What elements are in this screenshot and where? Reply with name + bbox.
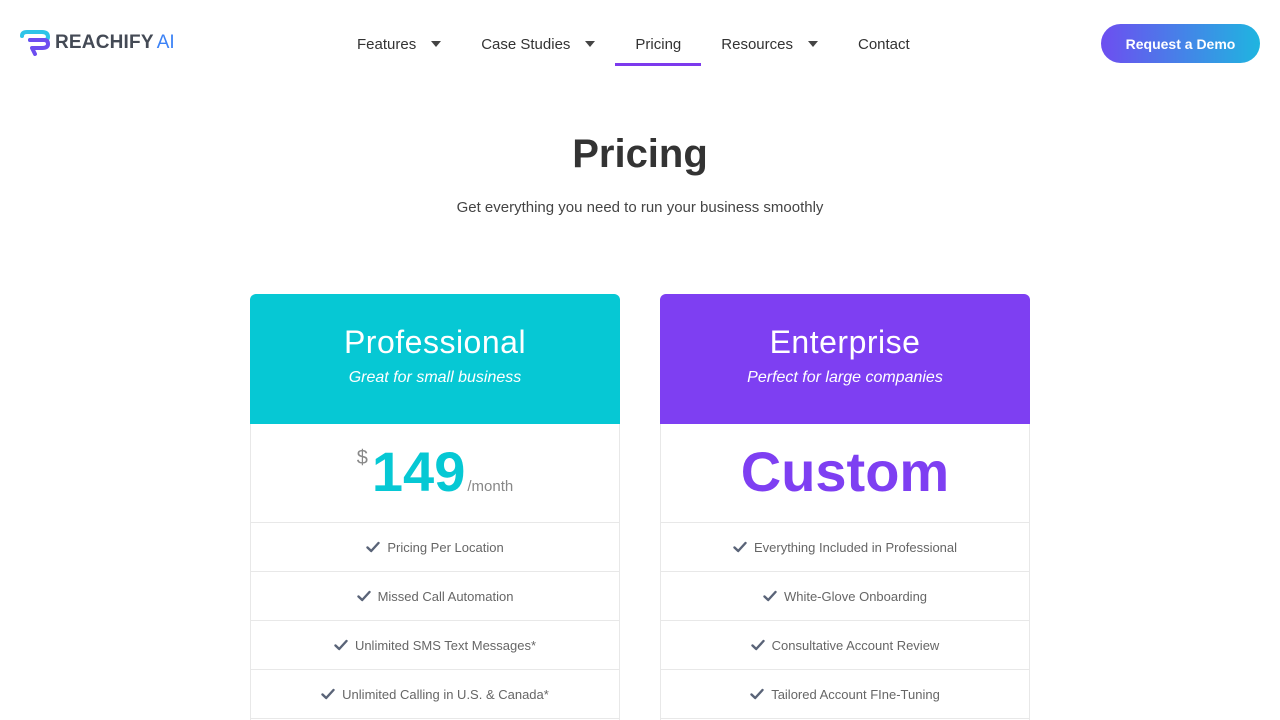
feature-item: White-Glove Onboarding: [661, 572, 1029, 621]
page-title: Pricing: [572, 132, 708, 176]
feature-label: Unlimited SMS Text Messages*: [354, 637, 537, 653]
nav-item-contact[interactable]: Contact: [838, 22, 930, 66]
checkmark-icon: [366, 541, 381, 553]
feature-item: Unlimited Calling in U.S. & Canada*: [251, 670, 619, 719]
brand-suffix: AI: [156, 32, 175, 53]
checkmark-icon: [733, 541, 747, 553]
logo-mark-icon: [20, 30, 50, 56]
price-period: /month: [467, 478, 514, 495]
feature-item: Unlimited SMS Text Messages*: [251, 621, 619, 670]
pricing-card-professional: Professional Great for small business $ …: [250, 294, 620, 720]
feature-item: Missed Call Automation: [251, 572, 619, 621]
request-demo-button[interactable]: Request a Demo: [1101, 24, 1260, 63]
feature-label: Everything Included in Professional: [753, 539, 958, 555]
feature-label: Consultative Account Review: [771, 637, 940, 653]
nav-item-label: Case Studies: [481, 35, 571, 53]
feature-label: Unlimited Calling in U.S. & Canada*: [342, 686, 549, 702]
feature-label: Tailored Account FIne-Tuning: [771, 686, 940, 702]
brand-logo[interactable]: REACHIFY AI: [20, 30, 175, 56]
plan-price-custom: Custom: [740, 440, 950, 503]
site-header: REACHIFY AI Features Case Studies Pricin…: [0, 0, 1280, 88]
feature-item: Consultative Account Review: [661, 621, 1029, 670]
checkmark-icon: [356, 590, 371, 602]
price-currency: $: [356, 447, 368, 469]
price-row: $ 149 /month: [251, 424, 619, 523]
feature-label: Pricing Per Location: [387, 539, 504, 555]
nav-item-label: Contact: [857, 35, 910, 53]
nav-item-case-studies[interactable]: Case Studies: [461, 22, 615, 66]
checkmark-icon: [763, 590, 777, 602]
feature-label: Missed Call Automation: [377, 588, 514, 604]
card-header: Enterprise Perfect for large companies: [660, 294, 1030, 424]
feature-item: Pricing Per Location: [251, 523, 619, 572]
nav-item-pricing[interactable]: Pricing: [615, 22, 702, 66]
plan-name: Enterprise: [769, 324, 921, 360]
main-nav: Features Case Studies Pricing Resources …: [337, 22, 930, 66]
card-header: Professional Great for small business: [250, 294, 620, 424]
brand-name: REACHIFY: [55, 32, 154, 53]
checkmark-icon: [321, 688, 335, 700]
plan-tagline: Great for small business: [348, 369, 522, 386]
plan-name: Professional: [343, 324, 527, 360]
nav-item-features[interactable]: Features: [337, 22, 461, 66]
chevron-down-icon: [585, 41, 596, 47]
feature-item: Everything Included in Professional: [661, 523, 1029, 572]
checkmark-icon: [750, 639, 765, 651]
price-amount: 149: [371, 440, 466, 503]
feature-label: White-Glove Onboarding: [783, 588, 928, 604]
nav-item-label: Resources: [721, 35, 793, 53]
pricing-card-enterprise: Enterprise Perfect for large companies C…: [660, 294, 1030, 720]
chevron-down-icon: [431, 41, 442, 47]
nav-item-label: Pricing: [635, 35, 682, 53]
nav-item-label: Features: [357, 35, 417, 53]
plan-tagline: Perfect for large companies: [747, 369, 943, 386]
chevron-down-icon: [807, 41, 818, 47]
price-row: Custom: [661, 424, 1029, 523]
feature-item: Tailored Account FIne-Tuning: [661, 670, 1029, 719]
checkmark-icon: [750, 688, 764, 700]
plan-price: $ 149 /month: [251, 442, 619, 502]
checkmark-icon: [334, 639, 348, 651]
nav-item-resources[interactable]: Resources: [701, 22, 838, 66]
page-subtitle: Get everything you need to run your busi…: [456, 199, 824, 216]
